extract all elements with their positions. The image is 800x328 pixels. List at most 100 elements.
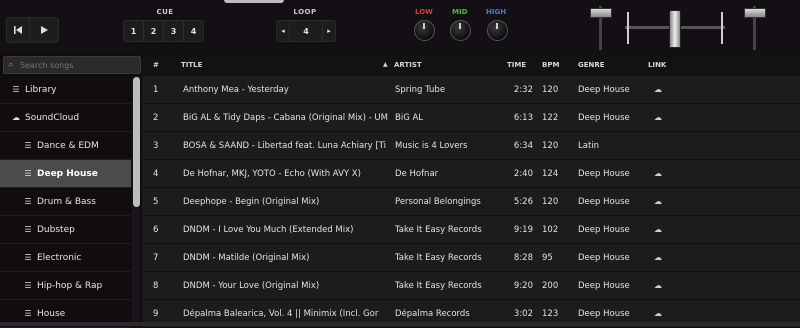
sidebar-item-label: Dubstep <box>37 224 75 235</box>
table-row[interactable]: 8 DNDM - Your Love (Original Mix) Take I… <box>142 272 800 300</box>
sidebar-item-label: Drum & Bass <box>37 196 96 207</box>
playlist-icon: ☰ <box>24 281 32 290</box>
track-number: 9 <box>153 309 159 319</box>
track-time: 8:28 <box>513 253 533 263</box>
column-header-link[interactable]: LINK <box>648 61 666 69</box>
track-title: Anthony Mea - Yesterday <box>183 85 289 95</box>
track-time: 3:02 <box>513 309 533 319</box>
track-time: 2:40 <box>513 169 533 179</box>
sidebar-item-label: Dance & EDM <box>37 140 99 151</box>
soundcloud-link-icon[interactable]: ☁ <box>654 253 670 262</box>
track-time: 6:13 <box>513 113 533 123</box>
eq-low-knob[interactable] <box>414 20 435 41</box>
track-artist: Take It Easy Records <box>395 225 482 235</box>
track-artist: De Hofnar <box>395 169 439 179</box>
column-header-artist[interactable]: ARTIST <box>394 61 422 69</box>
crossfader-handle[interactable] <box>669 10 681 48</box>
sidebar-item-deep-house[interactable]: ☰ Deep House <box>0 160 131 188</box>
table-row[interactable]: 5 Deephope - Begin (Original Mix) Person… <box>142 188 800 216</box>
sidebar-item-soundcloud[interactable]: ☁ SoundCloud <box>0 104 131 132</box>
soundcloud-link-icon[interactable]: ☁ <box>654 281 670 290</box>
loop-size-value: 4 <box>289 21 322 41</box>
track-title: BÓSA & SAAND - Libertad feat. Luna Achia… <box>183 141 386 151</box>
track-bpm: 200 <box>542 281 559 291</box>
column-header-genre[interactable]: GENRE <box>578 61 605 69</box>
skip-back-button[interactable] <box>7 18 29 42</box>
volume-fader-left-cap[interactable] <box>590 8 612 18</box>
column-header-time[interactable]: TIME <box>507 61 526 69</box>
track-number: 2 <box>153 113 159 123</box>
sidebar-item-dubstep[interactable]: ☰ Dubstep <box>0 216 131 244</box>
track-artist: Personal Belongings <box>395 197 481 207</box>
track-genre: Deep House <box>578 169 630 179</box>
sidebar-item-label: Library <box>25 84 57 95</box>
bottom-border <box>0 322 800 326</box>
track-number: 3 <box>153 141 159 151</box>
crossfader-left-mark <box>627 12 629 44</box>
sidebar-item-label: Hip-hop & Rap <box>37 280 103 291</box>
track-title: Dépalma Balearica, Vol. 4 || Minimix (In… <box>183 309 379 319</box>
table-row[interactable]: 2 BiG AL & Tidy Daps - Cabana (Original … <box>142 104 800 132</box>
sidebar-item-electronic[interactable]: ☰ Electronic <box>0 244 131 272</box>
table-row[interactable]: 3 BÓSA & SAAND - Libertad feat. Luna Ach… <box>142 132 800 160</box>
track-number: 4 <box>153 169 159 179</box>
track-time: 9:20 <box>513 281 533 291</box>
soundcloud-link-icon[interactable]: ☁ <box>654 169 670 178</box>
sidebar-item-label: Electronic <box>37 252 82 263</box>
soundcloud-link-icon[interactable]: ☁ <box>654 113 670 122</box>
volume-fader-right[interactable] <box>744 6 766 50</box>
loop-controls: ◂ 4 ▸ <box>276 20 336 42</box>
track-number: 5 <box>153 197 159 207</box>
track-title: Deephope - Begin (Original Mix) <box>183 197 320 207</box>
deck-tab-handle[interactable] <box>224 0 284 3</box>
volume-fader-right-cap[interactable] <box>744 8 766 18</box>
column-header-title[interactable]: TITLE <box>181 61 202 69</box>
search-input[interactable] <box>18 59 137 71</box>
sidebar-item-hip-hop-rap[interactable]: ☰ Hip-hop & Rap <box>0 272 131 300</box>
crossfader-right-mark <box>721 12 723 44</box>
track-artist: Music is 4 Lovers <box>395 141 468 151</box>
eq-high-knob[interactable] <box>487 20 508 41</box>
track-genre: Deep House <box>578 197 630 207</box>
transport-controls <box>6 17 59 43</box>
table-row[interactable]: 1 Anthony Mea - Yesterday Spring Tube 2:… <box>142 76 800 104</box>
track-artist: Dépalma Records <box>395 309 470 319</box>
crossfader[interactable] <box>625 8 725 48</box>
cue-button-4[interactable]: 4 <box>183 21 203 41</box>
loop-increase-button[interactable]: ▸ <box>322 21 335 41</box>
sidebar-item-dance-edm[interactable]: ☰ Dance & EDM <box>0 132 131 160</box>
eq-low-label: LOW <box>415 8 433 16</box>
cue-button-3[interactable]: 3 <box>163 21 183 41</box>
table-row[interactable]: 7 DNDM - Matilde (Original Mix) Take It … <box>142 244 800 272</box>
sidebar-scrollbar-thumb[interactable] <box>133 77 140 207</box>
column-header-bpm[interactable]: BPM <box>542 61 559 69</box>
track-table: # TITLE ▲ ARTIST TIME BPM GENRE LINK 1 A… <box>142 52 800 328</box>
soundcloud-link-icon[interactable]: ☁ <box>654 309 670 318</box>
table-row[interactable]: 6 DNDM - I Love You Much (Extended Mix) … <box>142 216 800 244</box>
track-time: 6:34 <box>513 141 533 151</box>
soundcloud-link-icon[interactable]: ☁ <box>654 197 670 206</box>
play-button[interactable] <box>29 18 58 42</box>
track-genre: Deep House <box>578 253 630 263</box>
table-row[interactable]: 4 De Hofnar, MKJ, YOTO - Echo (With AVY … <box>142 160 800 188</box>
column-header-number[interactable]: # <box>153 61 159 69</box>
track-bpm: 123 <box>542 309 559 319</box>
sidebar-item-label: SoundCloud <box>25 112 80 123</box>
soundcloud-link-icon[interactable]: ☁ <box>654 85 670 94</box>
play-icon <box>41 26 48 34</box>
track-title: DNDM - Matilde (Original Mix) <box>183 253 310 263</box>
cue-button-1[interactable]: 1 <box>124 21 143 41</box>
sidebar-item-drum-bass[interactable]: ☰ Drum & Bass <box>0 188 131 216</box>
cue-button-2[interactable]: 2 <box>143 21 163 41</box>
soundcloud-link-icon[interactable]: ☁ <box>654 225 670 234</box>
sidebar-item-library[interactable]: ☰ Library <box>0 76 131 104</box>
track-title: De Hofnar, MKJ, YOTO - Echo (With AVY X) <box>183 169 361 179</box>
track-genre: Deep House <box>578 225 630 235</box>
track-time: 5:26 <box>513 197 533 207</box>
skip-back-icon <box>14 26 22 34</box>
eq-mid-knob[interactable] <box>450 20 471 41</box>
volume-fader-left[interactable] <box>590 6 612 50</box>
loop-decrease-button[interactable]: ◂ <box>277 21 289 41</box>
track-artist: BiG AL <box>395 113 424 123</box>
track-artist: Spring Tube <box>395 85 446 95</box>
